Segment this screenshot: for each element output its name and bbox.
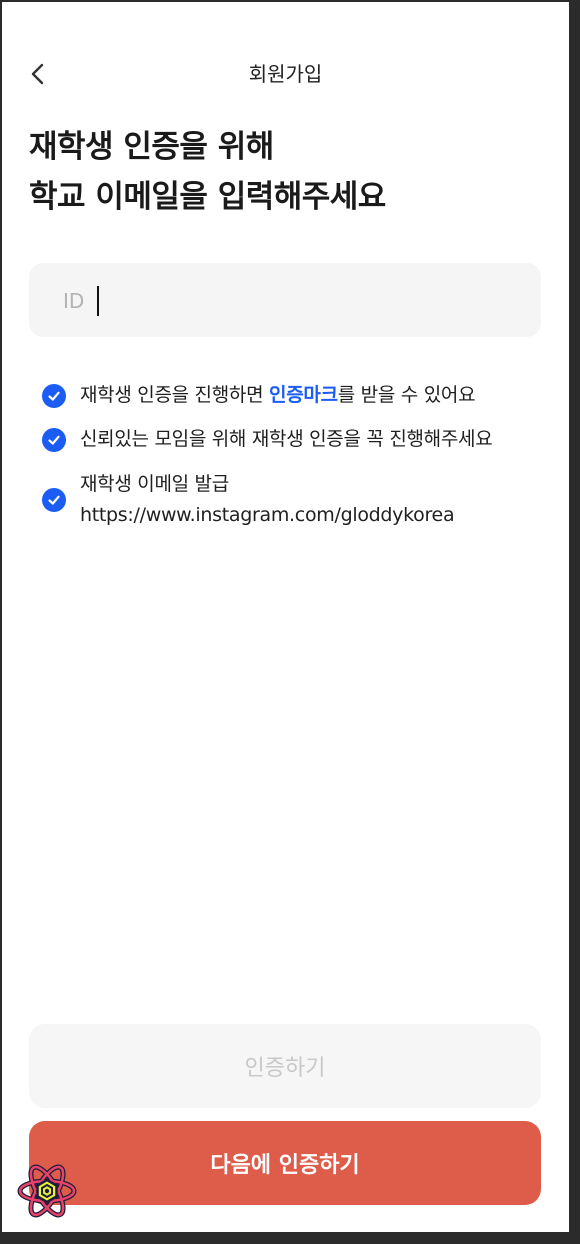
notice-item-trust: 신뢰있는 모임을 위해 재학생 인증을 꼭 진행해주세요 bbox=[42, 424, 542, 455]
notice-item-email-issuance: 재학생 이메일 발급 https://www.instagram.com/glo… bbox=[42, 469, 542, 531]
page-title: 회원가입 bbox=[248, 62, 323, 86]
check-circle-icon bbox=[42, 384, 66, 408]
verification-mark-highlight: 인증마크 bbox=[269, 384, 338, 406]
headline-line-1: 재학생 인증을 위해 bbox=[29, 129, 274, 165]
notice-text: 신뢰있는 모임을 위해 재학생 인증을 꼭 진행해주세요 bbox=[80, 428, 493, 450]
headline: 재학생 인증을 위해 학교 이메일을 입력해주세요 bbox=[29, 122, 549, 222]
instagram-link[interactable]: https://www.instagram.com/gloddykorea bbox=[80, 500, 455, 531]
notice-item-verification-mark: 재학생 인증을 진행하면 인증마크를 받을 수 있어요 bbox=[42, 380, 542, 411]
notice-text: 재학생 이메일 발급 https://www.instagram.com/glo… bbox=[80, 469, 455, 531]
headline-line-2: 학교 이메일을 입력해주세요 bbox=[29, 179, 386, 215]
verify-button[interactable]: 인증하기 bbox=[29, 1024, 541, 1108]
text-cursor bbox=[97, 286, 99, 316]
notice-text: 재학생 인증을 진행하면 인증마크를 받을 수 있어요 bbox=[80, 384, 476, 406]
signup-screen: 회원가입 재학생 인증을 위해 학교 이메일을 입력해주세요 ID 재학생 인증… bbox=[2, 2, 569, 1232]
window-edge bbox=[569, 0, 580, 1244]
check-circle-icon bbox=[42, 428, 66, 452]
id-input[interactable]: ID bbox=[29, 263, 541, 337]
verify-later-button[interactable]: 다음에 인증하기 bbox=[29, 1121, 541, 1205]
check-circle-icon bbox=[42, 488, 66, 512]
id-label: ID bbox=[63, 289, 85, 313]
react-devtools-icon[interactable] bbox=[16, 1160, 78, 1222]
notice-title: 재학생 이메일 발급 bbox=[80, 473, 229, 495]
